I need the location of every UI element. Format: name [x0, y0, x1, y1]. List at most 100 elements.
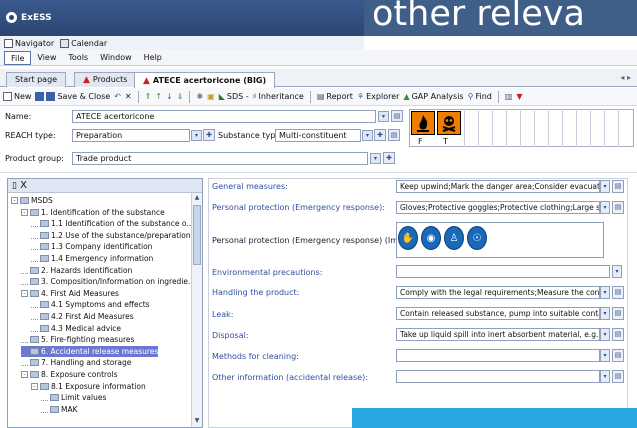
name-field[interactable]: ATECE acertoricone [72, 110, 376, 123]
tree-item[interactable]: 7. Handling and storage [21, 357, 131, 368]
nav-last-button[interactable]: ⇓ [177, 92, 184, 101]
reach-type-add-button[interactable]: ✚ [203, 129, 215, 141]
tree-collapse-icon[interactable]: ▯ [12, 181, 17, 191]
methods-cleaning-edit-button[interactable]: ▤ [612, 349, 624, 362]
tree-item[interactable]: 1.1 Identification of the substance o... [31, 218, 194, 229]
tree-item[interactable]: 6. Accidental release measures [21, 345, 159, 357]
environmental-precautions-dropdown-icon[interactable]: ▾ [612, 265, 622, 278]
tree-item[interactable]: - 1. Identification of the substance [21, 207, 165, 218]
menu-view[interactable]: View [31, 51, 62, 65]
other-information-edit-button[interactable]: ▤ [612, 370, 624, 383]
tree-scrollbar[interactable]: ▲ ▼ [191, 193, 202, 427]
explorer-button[interactable]: ⚘ Explorer [357, 92, 399, 101]
general-measures-dropdown-icon[interactable]: ▾ [600, 180, 610, 193]
tree-close-icon[interactable]: X [20, 180, 27, 191]
personal-protection-field[interactable]: Gloves;Protective goggles;Protective clo… [396, 201, 600, 214]
menu-file[interactable]: File [4, 50, 32, 65]
general-measures-field[interactable]: Keep upwind;Mark the danger area;Conside… [396, 180, 600, 193]
tab-atece[interactable]: ▲ ATECE acertoricone (BIG) [134, 72, 276, 88]
nav-down-button[interactable]: ↓ [166, 92, 173, 101]
methods-cleaning-field[interactable] [396, 349, 600, 362]
tree-toggle-icon[interactable]: - [21, 371, 28, 378]
sds-button[interactable]: ◣ SDS - [219, 92, 249, 101]
general-measures-edit-button[interactable]: ▤ [612, 180, 624, 193]
scroll-up-icon[interactable]: ▲ [193, 194, 201, 203]
tree-item-label: 1.4 Emergency information [51, 254, 154, 263]
tree-item[interactable]: 1.3 Company identification [31, 241, 152, 252]
tree-item-label: 3. Composition/Information on ingredie..… [41, 277, 196, 287]
other-information-field[interactable] [396, 370, 600, 383]
tab-scroll-icon[interactable]: ◂ ▸ [620, 73, 631, 82]
tree-toggle-icon[interactable]: - [21, 208, 28, 216]
arrow-button[interactable]: ▼ [516, 92, 522, 101]
reach-type-dropdown-icon[interactable]: ▾ [191, 130, 202, 141]
tree-toggle-icon[interactable]: - [31, 382, 38, 390]
tab-products[interactable]: ▲ Products [74, 72, 137, 87]
delete-button[interactable]: ✕ [125, 92, 132, 101]
tree-item[interactable]: 1.2 Use of the substance/preparation [31, 230, 191, 241]
tree-item[interactable]: 3. Composition/Information on ingredie..… [21, 276, 195, 287]
handling-product-edit-button[interactable]: ▤ [612, 286, 624, 299]
tree-item[interactable]: - 4. First Aid Measures [21, 288, 119, 299]
tree-toggle-icon[interactable]: - [11, 197, 18, 204]
leak-edit-button[interactable]: ▤ [612, 307, 624, 320]
new-button[interactable]: New [3, 92, 31, 101]
menu-tools[interactable]: Tools [62, 51, 94, 65]
personal-protection-edit-button[interactable]: ▤ [612, 201, 624, 214]
tree-item[interactable]: 2. Hazards identification [21, 265, 132, 276]
tree-toggle-icon[interactable]: - [21, 289, 28, 297]
reach-type-select[interactable]: Preparation [72, 129, 190, 142]
handling-product-dropdown-icon[interactable]: ▾ [600, 286, 610, 299]
substance-type-add-button[interactable]: ✚ [374, 129, 386, 141]
environmental-precautions-field[interactable] [396, 265, 610, 278]
nav-first-button[interactable]: ⇑ [145, 92, 152, 101]
other-information-dropdown-icon[interactable]: ▾ [600, 370, 610, 383]
scrollbar-thumb[interactable] [193, 205, 201, 265]
tree-item[interactable]: 4.3 Medical advice [31, 323, 121, 334]
tree-item[interactable]: - 8. Exposure controls [21, 369, 118, 380]
calendar-button[interactable]: Calendar [60, 38, 107, 48]
substance-type-edit-button[interactable]: ▤ [388, 129, 400, 141]
menu-help[interactable]: Help [138, 51, 168, 65]
leak-field[interactable]: Contain released substance, pump into su… [396, 307, 600, 320]
navigator-button[interactable]: Navigator [4, 38, 54, 48]
product-group-dropdown-icon[interactable]: ▾ [370, 153, 381, 164]
tree-item[interactable]: 5. Fire-fighting measures [21, 334, 134, 345]
product-group-add-button[interactable]: ✚ [383, 152, 395, 164]
menu-window[interactable]: Window [94, 51, 138, 65]
find-button[interactable]: ⚲ Find [468, 92, 492, 101]
tree-item[interactable]: 1.4 Emergency information [31, 253, 153, 264]
tree-leaf-line-icon [41, 394, 48, 402]
scroll-down-icon[interactable]: ▼ [193, 417, 201, 426]
substance-type-dropdown-icon[interactable]: ▾ [362, 130, 373, 141]
name-dropdown-icon[interactable]: ▾ [378, 111, 389, 122]
methods-cleaning-dropdown-icon[interactable]: ▾ [600, 349, 610, 362]
name-edit-button[interactable]: ▤ [391, 110, 403, 122]
tree-item[interactable]: 4.1 Symptoms and effects [31, 299, 150, 310]
undo-button[interactable]: ↶ [114, 92, 121, 101]
inheritance-button[interactable]: ♯ Inheritance [253, 92, 304, 101]
nav-up-button[interactable]: ↑ [155, 92, 162, 101]
disposal-edit-button[interactable]: ▤ [612, 328, 624, 341]
report-button[interactable]: ▤ Report [317, 92, 353, 101]
view-button[interactable]: ▥ [505, 92, 513, 101]
disposal-field[interactable]: Take up liquid spill into inert absorben… [396, 328, 600, 341]
hazard-code-t: T [443, 137, 448, 146]
tree-item[interactable]: Limit values [41, 392, 106, 403]
leak-dropdown-icon[interactable]: ▾ [600, 307, 610, 320]
tree-item[interactable]: - MSDS [11, 195, 53, 206]
save-close-button[interactable]: Save & Close [35, 92, 110, 101]
handling-product-field[interactable]: Comply with the legal requirements;Measu… [396, 286, 600, 299]
tree-item[interactable]: - 8.1 Exposure information [31, 381, 146, 392]
substance-type-select[interactable]: Multi-constituent [275, 129, 361, 142]
product-group-select[interactable]: Trade product [72, 152, 368, 165]
tree-item[interactable]: MAK [41, 404, 78, 415]
tree-item[interactable]: 4.2 First Aid Measures [31, 311, 134, 322]
tools-button[interactable]: ✱ [196, 92, 203, 101]
tab-start-page[interactable]: Start page [6, 72, 67, 87]
lock-button[interactable]: ▣ [207, 92, 215, 101]
disposal-dropdown-icon[interactable]: ▾ [600, 328, 610, 341]
respirator-icon: ☉ [467, 226, 487, 250]
personal-protection-dropdown-icon[interactable]: ▾ [600, 201, 610, 214]
gap-analysis-button[interactable]: ▲ GAP Analysis [403, 92, 463, 101]
